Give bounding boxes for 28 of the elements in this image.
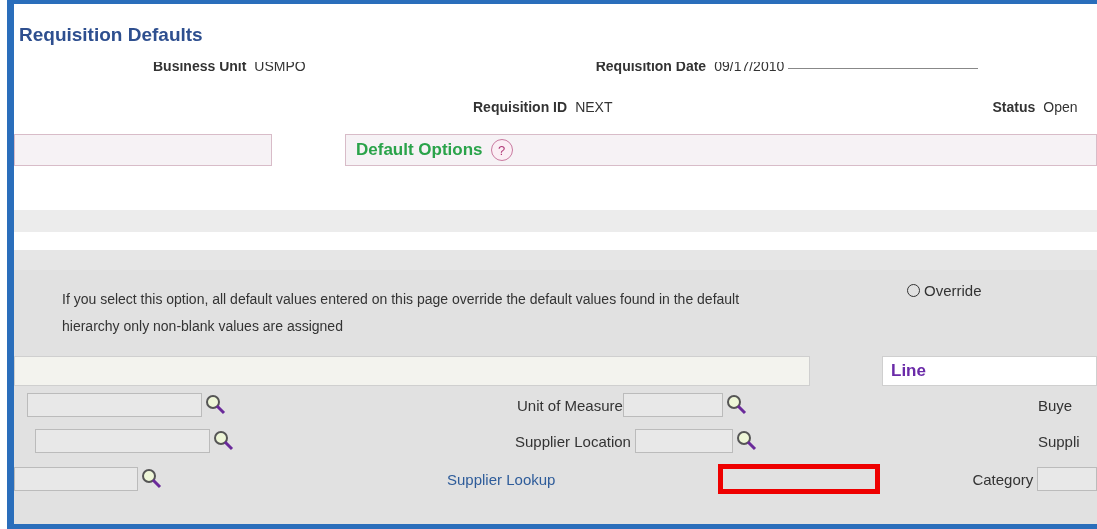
search-icon[interactable]	[725, 394, 748, 416]
field-label: Unit of Measure	[517, 396, 623, 414]
input-field[interactable]	[35, 429, 210, 453]
input-field[interactable]	[634, 429, 733, 453]
field-label: Suppli	[1037, 432, 1080, 450]
section-header: Line	[882, 356, 1097, 386]
field-label: Status	[992, 99, 1036, 115]
supplier-lookup-link[interactable]: Supplier Lookup	[447, 470, 556, 488]
override-radio[interactable]: Override	[907, 282, 982, 299]
input-field[interactable]	[14, 467, 138, 491]
help-icon[interactable]: ?	[490, 139, 513, 161]
search-icon[interactable]	[205, 394, 227, 416]
field-label: Supplier Location	[515, 432, 631, 450]
search-icon[interactable]	[213, 430, 235, 452]
field-value: USMPO	[254, 62, 306, 74]
section-title: Default Options	[356, 140, 483, 160]
field-label: Buye	[1037, 396, 1073, 414]
option-description: If you select this option, all default values entered on this page override the default values found in the default hierarchy only non-blank values are assigned	[62, 289, 741, 336]
field-value: Open	[1043, 99, 1078, 115]
input-field[interactable]	[622, 393, 723, 417]
field-label: Requisition ID	[473, 99, 568, 115]
page-title: Requisition Defaults	[18, 23, 204, 47]
input-field[interactable]	[1037, 467, 1097, 491]
search-icon[interactable]	[735, 430, 758, 452]
search-icon[interactable]	[141, 468, 163, 490]
input-field[interactable]	[27, 393, 202, 417]
field-label: Category	[972, 470, 1034, 488]
field-value: NEXT	[575, 99, 613, 115]
